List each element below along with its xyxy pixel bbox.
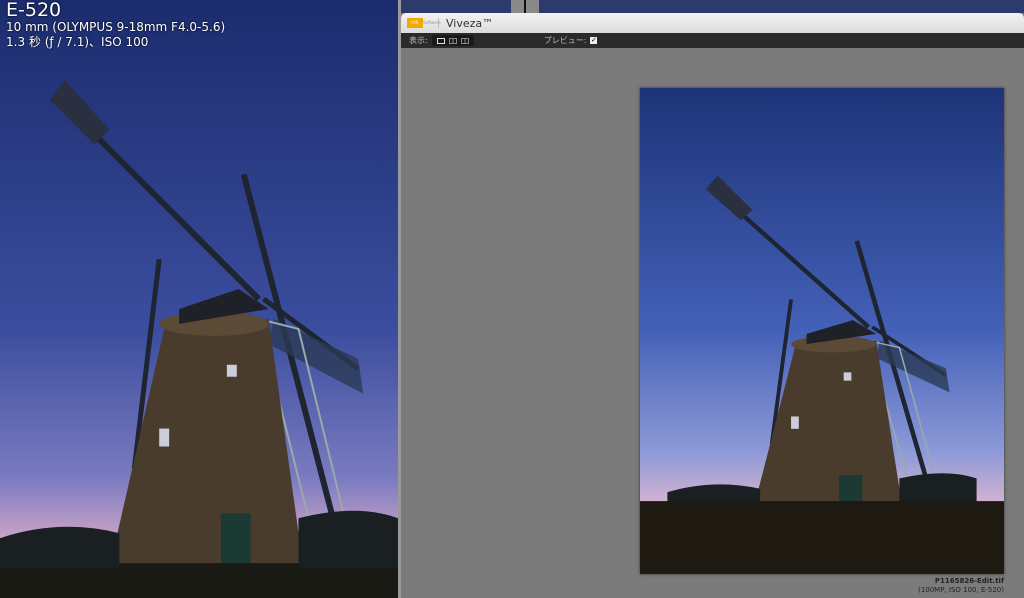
- image-info: (100MP, ISO 100, E-520): [918, 586, 1004, 594]
- title-bar[interactable]: nik Software Viveza™: [401, 13, 1024, 33]
- background-windows: [401, 0, 1024, 13]
- camera-model: E-520: [6, 0, 62, 21]
- nik-logo: nik: [407, 18, 423, 28]
- view-mode-group: [431, 35, 474, 46]
- split-view-icon: [448, 37, 457, 44]
- view-label: 表示:: [409, 36, 428, 45]
- original-photo: E-520 10 mm (OLYMPUS 9-18mm F4.0-5.6) 1.…: [0, 0, 398, 598]
- windmill-photo: [0, 0, 398, 598]
- side-by-side-view-button[interactable]: [459, 36, 471, 45]
- preview-image: [640, 88, 1004, 574]
- preview-caption: P1165826-Edit.tif (100MP, ISO 100, E-520…: [918, 577, 1004, 595]
- preview-label: プレビュー:: [543, 36, 587, 45]
- exposure-info: 1.3 秒 (ƒ / 7.1)、ISO 100: [6, 35, 149, 49]
- nik-logo-sub: Software: [423, 18, 441, 28]
- single-view-icon: [436, 37, 445, 44]
- side-by-side-icon: [460, 37, 469, 44]
- single-view-button[interactable]: [435, 36, 447, 45]
- exif-overlay: E-520 10 mm (OLYMPUS 9-18mm F4.0-5.6) 1.…: [6, 0, 225, 50]
- lens-info: 10 mm (OLYMPUS 9-18mm F4.0-5.6): [6, 20, 226, 34]
- windmill-preview: [640, 88, 1004, 574]
- toolbar: 表示: プレビュー: ✓: [401, 33, 1024, 48]
- split-view-button[interactable]: [447, 36, 459, 45]
- window-title: Viveza™: [446, 16, 494, 30]
- preview-checkbox[interactable]: ✓: [590, 37, 598, 44]
- filename: P1165826-Edit.tif: [934, 577, 1004, 585]
